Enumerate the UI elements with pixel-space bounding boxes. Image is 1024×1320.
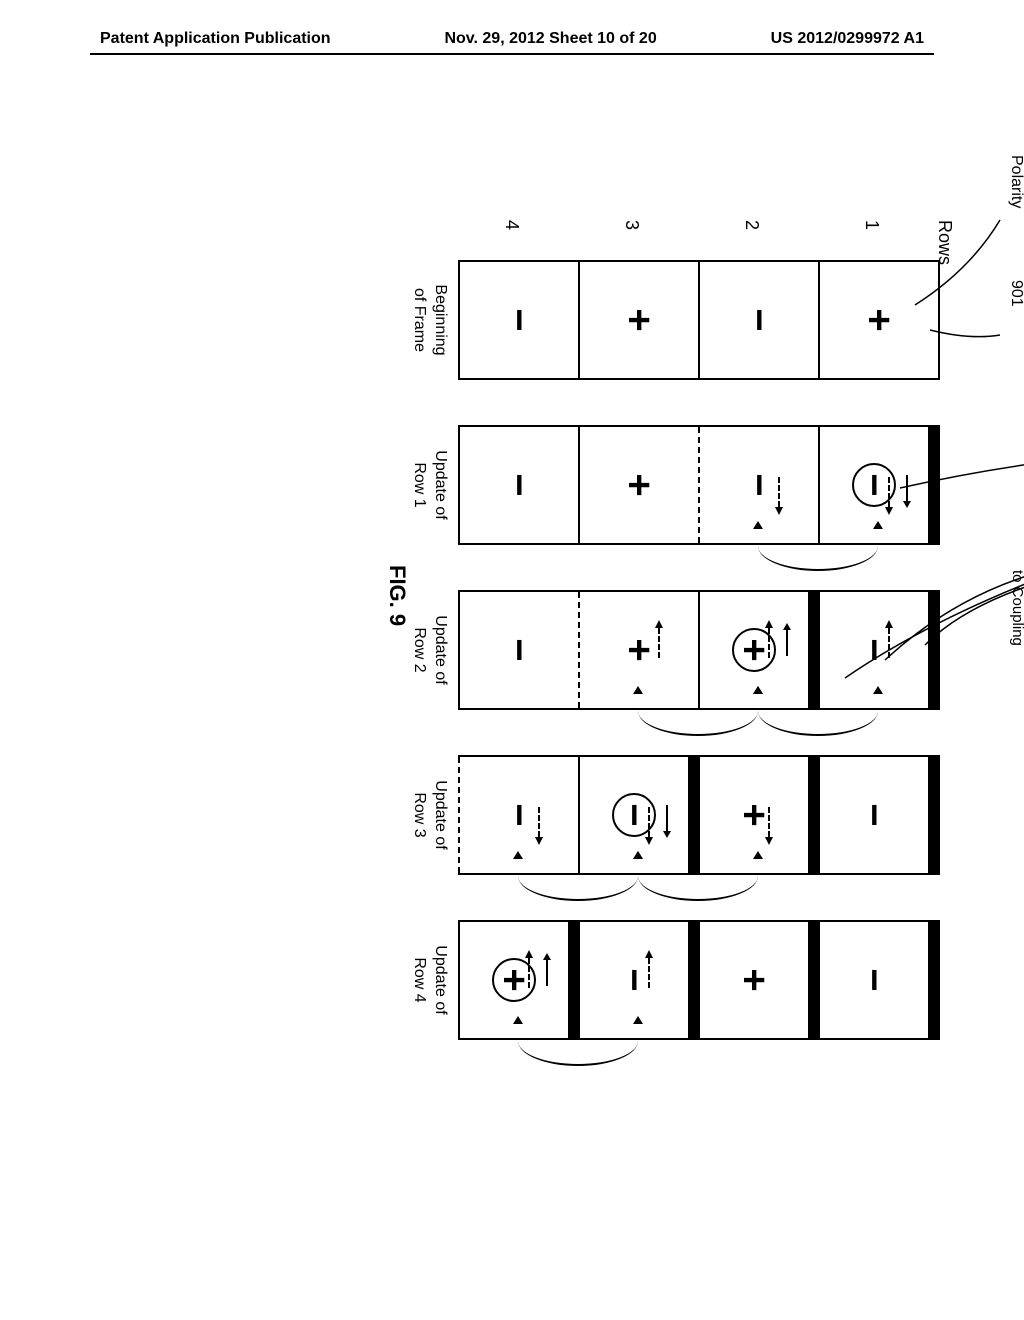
column-4: −+−+Update of Row 4 [408, 920, 940, 1040]
cell-r4: − [458, 592, 578, 708]
coupling-effect-arc [518, 1016, 638, 1066]
cell-r1: − [818, 922, 938, 1038]
header-center: Nov. 29, 2012 Sheet 10 of 20 [444, 30, 656, 48]
voltage-change-arrow [528, 958, 530, 988]
polarity-sign: − [497, 308, 541, 331]
label-subpixel-901: Sub-Pixel 901 [1007, 280, 1024, 348]
cell-r4: − [458, 262, 578, 378]
cell-r4: − [458, 427, 578, 543]
row-num-1: 1 [861, 220, 882, 230]
column-label: Update of Row 3 [408, 755, 450, 875]
voltage-swing-arrow [786, 630, 788, 656]
columns-grid: + − + − Beginning of Frame − − + − Update of Row … [408, 260, 940, 1040]
cell-r2: + [698, 922, 818, 1038]
voltage-change-arrow [538, 807, 540, 837]
label-voltage-change-due: Voltage Change Due to Coupling [1008, 570, 1024, 708]
column-label: Beginning of Frame [408, 260, 450, 380]
rows-axis-label: Rows [934, 220, 955, 265]
column-label: Update of Row 1 [408, 425, 450, 545]
voltage-change-arrow [648, 807, 650, 837]
column-label: Update of Row 2 [408, 590, 450, 710]
column-3: −+−−Update of Row 3 [408, 755, 940, 875]
column-2: −++−Update of Row 2 [408, 590, 940, 710]
polarity-sign: + [617, 308, 661, 331]
row-num-4: 4 [501, 220, 522, 230]
header-rule [90, 53, 934, 55]
voltage-change-arrow [658, 628, 660, 658]
voltage-change-arrow [778, 477, 780, 507]
polarity-sign: − [497, 638, 541, 661]
cell-r3: + [578, 427, 698, 543]
column-label: Update of Row 4 [408, 920, 450, 1040]
column-1: −−+−Update of Row 1 [408, 425, 940, 545]
label-subpixel-voltage-polarity: Sub-Pixel Voltage Polarity [1007, 155, 1024, 281]
column-0: + − + − Beginning of Frame [408, 260, 940, 380]
voltage-swing-arrow [906, 475, 908, 501]
coupling-effect-arc [518, 851, 638, 901]
polarity-sign: − [737, 308, 781, 331]
coupling-effect-arc [638, 686, 758, 736]
coupling-effect-arc [758, 521, 878, 571]
voltage-swing-arrow [666, 805, 668, 831]
header-left: Patent Application Publication [100, 30, 331, 48]
cell-r1: + [818, 262, 938, 378]
voltage-swing-arrow [546, 960, 548, 986]
figure-9-diagram: Sub-Pixel Voltage Polarity Sub-Pixel 901… [150, 180, 1024, 1060]
polarity-sign: − [497, 473, 541, 496]
row-num-3: 3 [621, 220, 642, 230]
voltage-change-arrow [768, 628, 770, 658]
figure-label: FIG. 9 [384, 565, 410, 626]
cell-r3: + [578, 262, 698, 378]
polarity-sign: + [617, 638, 661, 661]
voltage-change-arrow [888, 477, 890, 507]
voltage-change-arrow [768, 807, 770, 837]
polarity-sign: − [852, 803, 896, 826]
polarity-sign: + [617, 473, 661, 496]
polarity-sign: − [737, 473, 781, 496]
polarity-sign: − [497, 803, 541, 826]
polarity-sign: + [857, 308, 901, 331]
voltage-change-arrow [648, 958, 650, 988]
header-right: US 2012/0299972 A1 [771, 30, 924, 48]
page-header: Patent Application Publication Nov. 29, … [0, 0, 1024, 53]
coupling-effect-arc [638, 851, 758, 901]
coupling-effect-arc [758, 686, 878, 736]
cell-r2: − [698, 262, 818, 378]
polarity-sign: − [852, 968, 896, 991]
polarity-sign: + [732, 968, 776, 991]
voltage-change-arrow [888, 628, 890, 658]
row-num-2: 2 [741, 220, 762, 230]
cell-r1: − [818, 757, 938, 873]
